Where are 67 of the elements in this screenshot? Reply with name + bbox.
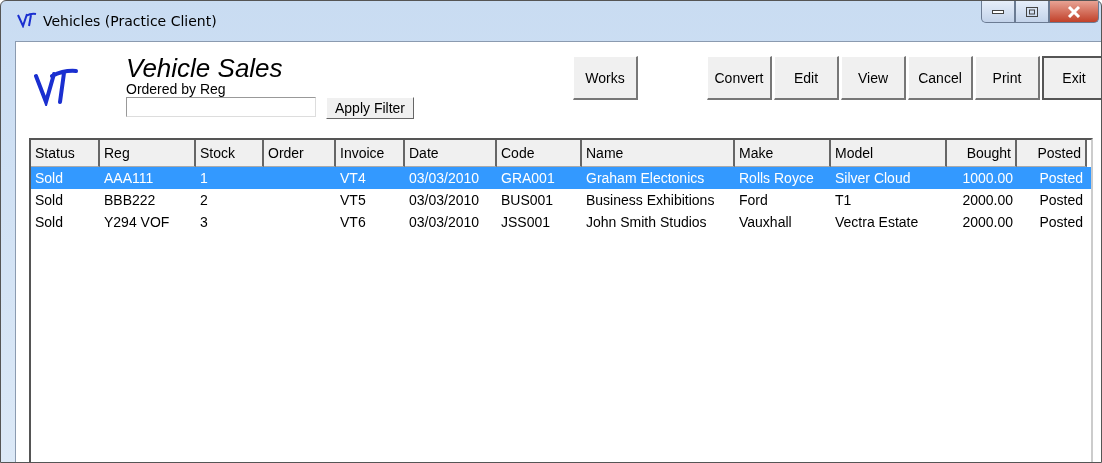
table-cell-text: 03/03/2010 xyxy=(408,169,481,188)
apply-filter-button[interactable]: Apply Filter xyxy=(326,97,415,119)
table-cell-text: Y294 VOF xyxy=(103,213,171,232)
maximize-button[interactable] xyxy=(1015,1,1049,23)
table-cell-text: Sold xyxy=(34,213,65,232)
column-header[interactable]: Bought xyxy=(947,140,1017,167)
column-header[interactable]: Reg xyxy=(100,140,196,167)
logo-icon xyxy=(17,12,37,28)
logo-icon xyxy=(34,66,78,106)
table-cell-text: Business Exhibitions xyxy=(585,191,716,210)
toolbar-button[interactable]: Works xyxy=(573,56,638,100)
table-cell-text: JSS001 xyxy=(500,213,552,232)
table-cell-text: 1 xyxy=(199,169,209,188)
table-cell-text: Silver Cloud xyxy=(834,169,912,188)
close-button[interactable] xyxy=(1049,1,1099,23)
table-cell-text: VT6 xyxy=(339,213,367,232)
sort-label: Ordered by Reg xyxy=(126,82,227,96)
table-cell-text: Rolls Royce xyxy=(738,169,815,188)
page-title: Vehicle Sales xyxy=(126,54,284,82)
table-cell-text: 03/03/2010 xyxy=(408,213,481,232)
table-cell-text: Posted xyxy=(1038,213,1084,232)
table-cell-text: AAA111 xyxy=(103,169,155,188)
table-row[interactable]: Sold BBB222 2 VT5 03/03/2010 BUS001 Business Exhibitions Ford T1 2000.00 Posted xyxy=(31,189,1091,211)
table-cell-text: Graham Electonics xyxy=(585,169,706,188)
table-cell-text: BUS001 xyxy=(500,191,555,210)
filter-field[interactable] xyxy=(126,97,316,117)
table-cell-text: 2000.00 xyxy=(961,191,1014,210)
minimize-button[interactable] xyxy=(981,1,1015,23)
table-cell-text: VT5 xyxy=(339,191,367,210)
table-cell-text: 03/03/2010 xyxy=(408,191,481,210)
table-cell-text: Sold xyxy=(34,191,65,210)
table-cell-text: 1000.00 xyxy=(961,169,1014,188)
table-cell-text: John Smith Studios xyxy=(585,213,708,232)
table-cell-text: T1 xyxy=(834,191,853,210)
toolbar-button[interactable]: Edit xyxy=(774,56,839,100)
table-cell-text: Ford xyxy=(738,191,769,210)
column-header[interactable]: Posted xyxy=(1017,140,1087,167)
window-title: Vehicles (Practice Client) xyxy=(43,13,217,29)
toolbar-button[interactable]: Cancel xyxy=(908,56,973,100)
table-cell-text: Posted xyxy=(1038,191,1084,210)
column-header[interactable]: Date xyxy=(405,140,497,167)
table-row[interactable]: Sold Y294 VOF 3 VT6 03/03/2010 JSS001 John Smith Studios Vauxhall Vectra Estate 2000.00 Posted xyxy=(31,211,1091,233)
toolbar-button[interactable]: View xyxy=(841,56,906,100)
table-cell-text: 3 xyxy=(199,213,209,232)
table-cell-text: VT4 xyxy=(339,169,367,188)
column-header[interactable]: Stock xyxy=(196,140,264,167)
table-cell-text: Vauxhall xyxy=(738,213,793,232)
column-header[interactable]: Status xyxy=(31,140,100,167)
table-cell-text: BBB222 xyxy=(103,191,157,210)
table-cell-text: 2 xyxy=(199,191,209,210)
column-header[interactable]: Invoice xyxy=(336,140,405,167)
column-header[interactable]: Code xyxy=(497,140,582,167)
table-cell-text: GRA001 xyxy=(500,169,556,188)
minimize-icon xyxy=(992,8,1004,15)
maximize-icon xyxy=(1026,6,1038,17)
toolbar-button[interactable]: Convert xyxy=(707,56,772,100)
toolbar-button[interactable]: Exit xyxy=(1042,56,1101,100)
toolbar-button[interactable]: Print xyxy=(975,56,1040,100)
close-icon xyxy=(1067,5,1081,18)
column-header[interactable]: Name xyxy=(582,140,735,167)
table-cell-text: Sold xyxy=(34,169,65,188)
table-cell-text: Vectra Estate xyxy=(834,213,920,232)
column-header[interactable]: Order xyxy=(264,140,336,167)
column-header[interactable]: Model xyxy=(831,140,947,167)
column-header[interactable]: Make xyxy=(735,140,831,167)
table-cell-text: 2000.00 xyxy=(961,213,1014,232)
table-cell-text: Posted xyxy=(1038,169,1084,188)
